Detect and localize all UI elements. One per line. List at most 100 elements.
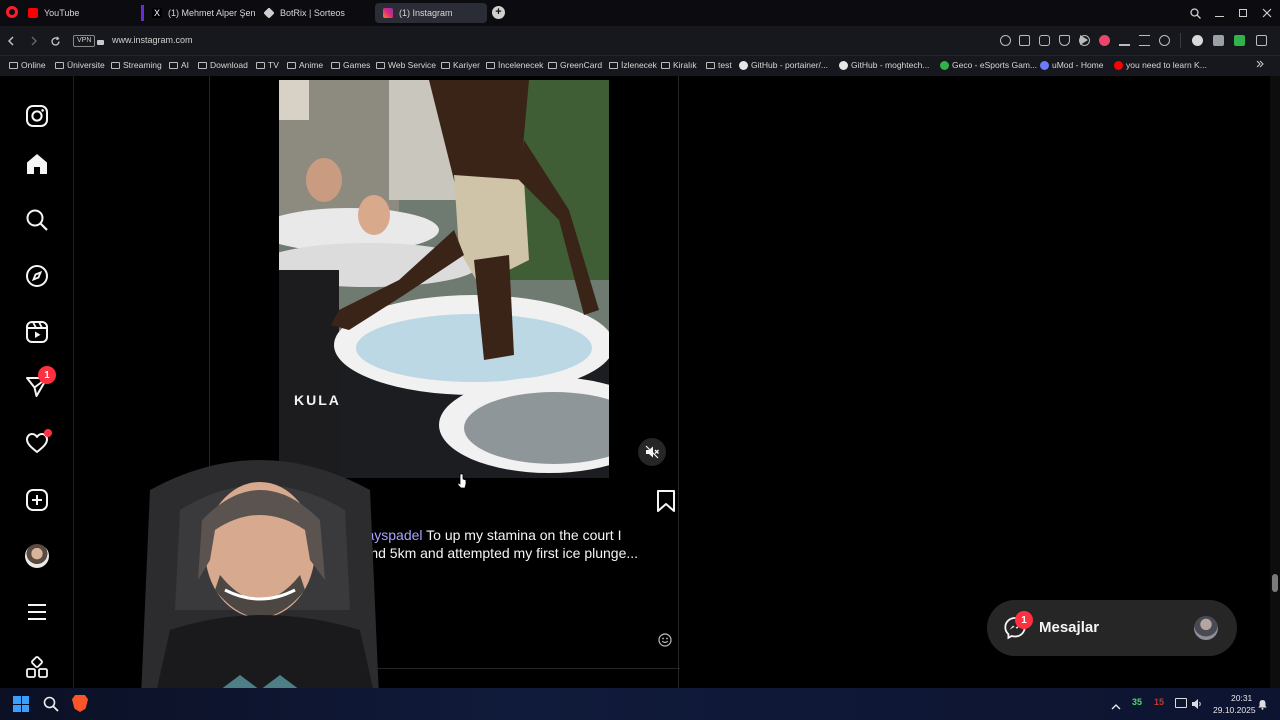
folder-icon: [256, 61, 265, 69]
save-bookmark-icon[interactable]: [656, 490, 680, 514]
edit-icon[interactable]: [1019, 35, 1030, 46]
bookmark-label: İncelenecek: [498, 60, 544, 70]
opera-logo-icon[interactable]: [6, 6, 18, 18]
brave-browser-icon[interactable]: [72, 695, 88, 712]
mute-button[interactable]: [638, 438, 666, 466]
bookmark-ai[interactable]: AI: [169, 60, 189, 70]
bookmark-streaming[interactable]: Streaming: [111, 60, 162, 70]
minimize-button[interactable]: [1210, 4, 1228, 22]
play-icon[interactable]: [1080, 35, 1088, 45]
search-tabs-icon[interactable]: [1186, 4, 1204, 22]
extension-3-icon[interactable]: [1234, 35, 1245, 46]
post-video[interactable]: KULA: [279, 80, 609, 478]
home-icon[interactable]: [22, 149, 52, 179]
bookmark-anime[interactable]: Anime: [287, 60, 323, 70]
page-scrollbar[interactable]: [1270, 76, 1280, 688]
bookmark-umod-home[interactable]: uMod - Home: [1040, 60, 1104, 70]
tab-label: (1) Mehmet Alper Şen (@: [168, 8, 256, 18]
taskbar-search-icon[interactable]: [43, 696, 59, 712]
bookmark-test[interactable]: test: [706, 60, 732, 70]
tab-twitter[interactable]: X (1) Mehmet Alper Şen (@: [144, 3, 256, 23]
more-menu-icon[interactable]: [22, 597, 52, 627]
bookmark-label: Geco - eSports Gam...: [952, 60, 1038, 70]
also-from-meta-icon[interactable]: [22, 653, 52, 683]
close-window-button[interactable]: [1258, 4, 1276, 22]
vpn-badge[interactable]: VPN: [73, 35, 96, 47]
show-hidden-icons-button[interactable]: [1111, 698, 1121, 710]
bookmark-i-ncelenecek[interactable]: İncelenecek: [486, 60, 543, 70]
bookmark-web-service[interactable]: Web Service: [376, 60, 436, 70]
messages-button[interactable]: 1 Mesajlar: [987, 600, 1237, 656]
folder-icon: [169, 61, 178, 69]
tab-youtube[interactable]: YouTube: [20, 3, 138, 23]
extension-2-icon[interactable]: [1213, 35, 1224, 46]
folder-icon: [441, 61, 450, 69]
bookmark-games[interactable]: Games: [331, 60, 370, 70]
extension-1-icon[interactable]: [1192, 35, 1203, 46]
reels-icon[interactable]: [22, 317, 52, 347]
search-icon[interactable]: [22, 205, 52, 235]
bookmark-niversite[interactable]: Üniversite: [55, 60, 105, 70]
caption-text-line1: To up my stamina on the court I: [422, 527, 622, 543]
create-icon[interactable]: [22, 485, 52, 515]
tab-label: BotRix | Sorteos: [280, 8, 345, 18]
direct-icon[interactable]: 1: [22, 366, 56, 402]
bookmark-tv[interactable]: TV: [256, 60, 279, 70]
notification-bell-icon[interactable]: [1257, 697, 1268, 710]
reload-button[interactable]: [46, 32, 64, 50]
bookmark-greencard[interactable]: GreenCard: [548, 60, 602, 70]
bookmark-label: Kariyer: [453, 60, 480, 70]
camera-icon[interactable]: [1039, 35, 1050, 46]
bookmark-github-moghtech[interactable]: GitHub - moghtech...: [839, 60, 929, 70]
folder-icon: [548, 61, 557, 69]
profile-icon[interactable]: [1159, 35, 1170, 46]
bookmark-label: TV: [268, 60, 279, 70]
instagram-logo-icon[interactable]: [22, 101, 52, 131]
profile-avatar[interactable]: [22, 541, 52, 571]
address-bar-row: VPN www.instagram.com: [0, 26, 1280, 55]
bookmark-kariyer[interactable]: Kariyer: [441, 60, 480, 70]
clock-date[interactable]: 29.10.2025: [1213, 705, 1256, 715]
heart-icon[interactable]: [1099, 35, 1110, 46]
shield-icon[interactable]: [1059, 35, 1070, 46]
bookmark-label: Kiralık: [673, 60, 697, 70]
tab-label: (1) Instagram: [399, 8, 453, 18]
forward-button[interactable]: [25, 32, 43, 50]
bookmark-label: test: [718, 60, 732, 70]
tab-botrix[interactable]: BotRix | Sorteos: [256, 3, 372, 23]
tab-instagram[interactable]: (1) Instagram: [375, 3, 487, 23]
video-frame: KULA: [279, 80, 609, 478]
network-icon[interactable]: [1175, 698, 1187, 708]
emoji-icon[interactable]: [658, 633, 672, 647]
tray-number-green[interactable]: 35: [1132, 697, 1142, 707]
bookmark-online[interactable]: Online: [9, 60, 46, 70]
easy-setup-icon[interactable]: [1139, 35, 1150, 46]
geco-icon: [940, 60, 949, 70]
new-tab-button[interactable]: +: [492, 6, 505, 19]
bookmark-github-portainer[interactable]: GitHub - portainer/...: [739, 60, 828, 70]
restore-button[interactable]: [1234, 4, 1252, 22]
scrollbar-thumb[interactable]: [1272, 574, 1278, 592]
tray-number-red[interactable]: 15: [1154, 697, 1164, 707]
bookmark-kiral-k[interactable]: Kiralık: [661, 60, 697, 70]
back-button[interactable]: [2, 32, 20, 50]
lock-icon[interactable]: [97, 36, 104, 45]
x-favicon-icon: X: [152, 8, 162, 18]
start-button[interactable]: [13, 696, 29, 712]
bookmark-label: AI: [181, 60, 190, 70]
clock-time[interactable]: 20:31: [1231, 693, 1252, 703]
bookmark-geco-esports-gam[interactable]: Geco - eSports Gam...: [940, 60, 1037, 70]
notifications-icon[interactable]: [22, 428, 52, 458]
volume-icon[interactable]: [1191, 697, 1203, 709]
bookmark-download[interactable]: Download: [198, 60, 248, 70]
explore-icon[interactable]: [22, 261, 52, 291]
zoom-icon[interactable]: [1000, 35, 1011, 46]
downloads-icon[interactable]: [1119, 35, 1130, 46]
bookmark-you-need-to-learn-k[interactable]: you need to learn K...: [1114, 60, 1207, 70]
url-field[interactable]: www.instagram.com: [112, 35, 193, 45]
mouse-cursor: [457, 473, 467, 489]
bookmark-i-zlenecek[interactable]: İzlenecek: [609, 60, 657, 70]
bookmarks-overflow-chevron-icon[interactable]: [1256, 60, 1264, 68]
extensions-icon[interactable]: [1256, 35, 1267, 46]
windows-taskbar: 35 15 20:31 29.10.2025: [0, 688, 1280, 720]
